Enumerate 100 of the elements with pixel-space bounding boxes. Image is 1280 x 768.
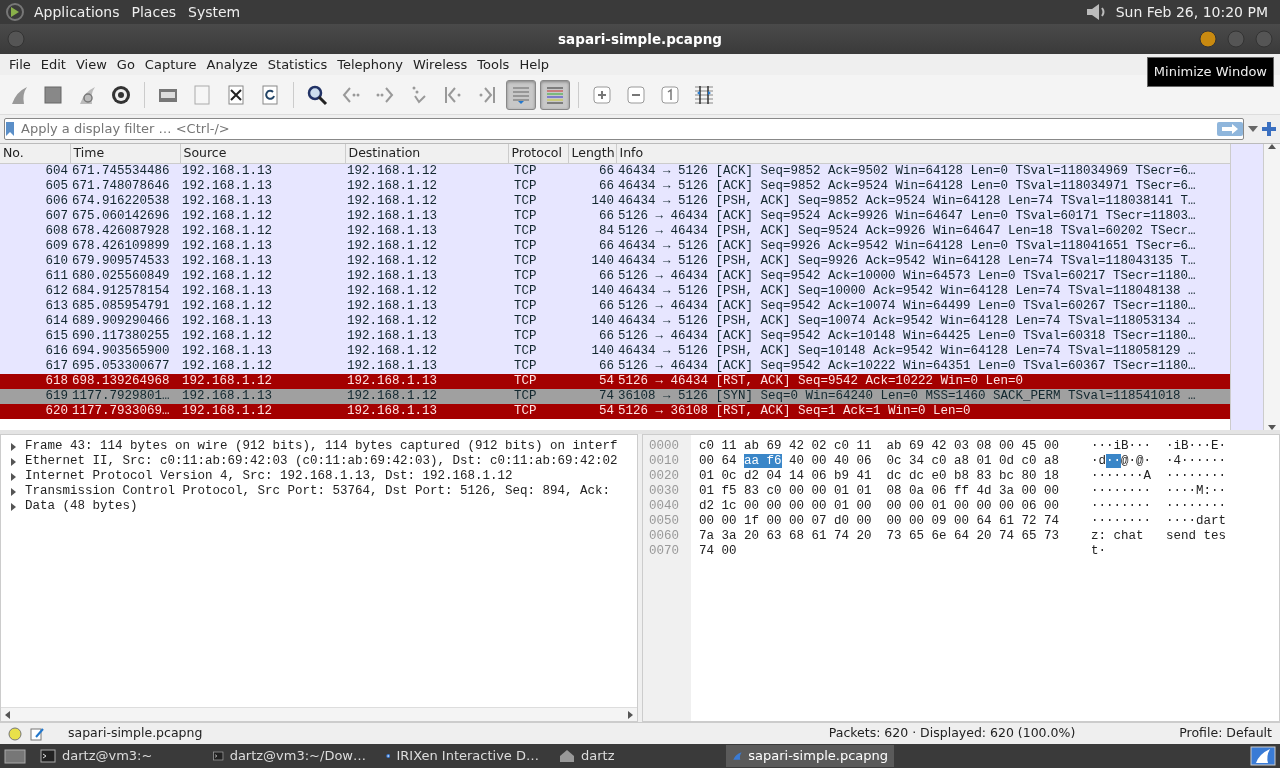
hex-bytes: 00 64 (699, 454, 738, 468)
column-header[interactable]: Time (70, 144, 180, 164)
resize-columns-icon (693, 83, 715, 106)
bookmark-icon[interactable] (5, 121, 15, 137)
taskbar-item[interactable]: IRIXen Interactive D… (380, 745, 545, 767)
taskbar-item[interactable]: sapari-simple.pcapng (726, 745, 894, 767)
menu-item[interactable]: View (70, 54, 112, 75)
table-cell: 680.025560849 (70, 268, 180, 284)
hex-bytes: 7a 3a 20 63 68 61 74 20 73 65 6e 64 20 74 65 73 (699, 529, 1060, 543)
expander-icon[interactable] (9, 487, 17, 496)
table-cell: 5126 → 46434 [ACK] Seq=9542 Ack=10148 Win=64425 Len=0 TSval=60318 TSecr=1180… (616, 328, 1230, 344)
expander-icon[interactable] (9, 442, 17, 451)
offset-label: 0060 (648, 529, 680, 544)
column-header[interactable]: No. (0, 144, 70, 164)
taskbar-item[interactable]: dartz@vm3:~/Dow… (207, 745, 372, 767)
table-cell: TCP (508, 268, 568, 284)
table-cell: 66 (568, 178, 616, 194)
autoscroll-button[interactable] (506, 79, 536, 110)
column-header[interactable]: Length (568, 144, 616, 164)
table-cell: 46434 → 5126 [ACK] Seq=9852 Ack=9502 Win=64128 Len=0 TSval=118034969 TSecr=6… (616, 163, 1230, 179)
table-cell: 192.168.1.13 (180, 343, 345, 359)
column-header[interactable]: Source (180, 144, 345, 164)
table-cell: 192.168.1.13 (180, 388, 345, 404)
ascii-text: z: chat send tes (1091, 529, 1227, 543)
hex-bytes: 74 00 (699, 544, 737, 558)
selected-bytes: ·· (1106, 454, 1122, 468)
table-cell: 66 (568, 328, 616, 344)
table-cell: 66 (568, 208, 616, 224)
menu-item[interactable]: Go (111, 54, 140, 75)
table-cell: 192.168.1.13 (180, 283, 345, 299)
table-cell: 140 (568, 253, 616, 269)
taskbar-item[interactable]: dartz (553, 745, 718, 767)
colorize-button[interactable] (540, 79, 570, 110)
ascii-text: ·d (1091, 454, 1106, 468)
scroll-left-icon[interactable] (5, 710, 10, 719)
table-cell: 66 (568, 268, 616, 284)
table-cell: 610 (0, 253, 70, 269)
menu-item[interactable]: Statistics (262, 54, 333, 75)
table-cell: 620 (0, 403, 70, 419)
table-cell: TCP (508, 238, 568, 254)
table-cell: 192.168.1.13 (180, 193, 345, 209)
table-cell: TCP (508, 358, 568, 374)
menu-item[interactable]: Analyze (201, 54, 263, 75)
offset-label: 0010 (648, 454, 680, 469)
window-title: sapari-simple.pcapng (558, 29, 722, 49)
column-header[interactable]: Destination (345, 144, 508, 164)
panel-menu[interactable]: System (188, 1, 241, 23)
table-cell: 192.168.1.12 (180, 223, 345, 239)
add-icon[interactable] (1262, 122, 1276, 136)
expander-icon[interactable] (9, 502, 17, 511)
column-header[interactable]: Protocol (508, 144, 568, 164)
table-cell: 192.168.1.13 (345, 298, 508, 314)
table-cell: 674.916220538 (70, 193, 180, 209)
dropdown-caret-icon[interactable] (1248, 126, 1258, 132)
minimize-button[interactable] (1198, 29, 1218, 49)
expander-icon[interactable] (9, 472, 17, 481)
menu-item[interactable]: Wireless (407, 54, 473, 75)
table-cell: 5126 → 46434 [ACK] Seq=9524 Ack=9926 Win=64647 Len=0 TSval=60171 TSecr=11803… (616, 208, 1230, 224)
edit-comment-icon[interactable] (30, 726, 44, 741)
table-cell: 675.060142696 (70, 208, 180, 224)
menu-item[interactable]: Capture (139, 54, 202, 75)
menu-item[interactable]: Edit (35, 54, 71, 75)
table-cell: 66 (568, 238, 616, 254)
vertical-scrollbar[interactable] (1264, 144, 1280, 430)
expander-icon[interactable] (9, 457, 17, 466)
clock: Sun Feb 26, 10:20 PM (1115, 2, 1268, 22)
menu-item[interactable]: Help (514, 54, 554, 75)
menu-item[interactable]: Tools (472, 54, 515, 75)
taskbar-item[interactable]: dartz@vm3:~ (34, 745, 199, 767)
table-cell: TCP (508, 163, 568, 179)
table-cell: TCP (508, 253, 568, 269)
table-cell: 685.085954791 (70, 298, 180, 314)
panel-menu[interactable]: Applications (34, 1, 120, 23)
table-cell: 192.168.1.13 (345, 208, 508, 224)
hex-bytes: 01 0c d2 04 14 06 b9 41 dc dc e0 b8 83 bc 80 18 (699, 469, 1060, 483)
menu-item[interactable]: File (4, 54, 36, 75)
table-cell: TCP (508, 283, 568, 299)
horizontal-scrollbar[interactable] (1, 707, 637, 721)
table-cell: 678.426109899 (70, 238, 180, 254)
ascii-text: ···iB··· ·iB···E· (1091, 439, 1227, 453)
table-cell: 192.168.1.12 (345, 193, 508, 209)
table-cell: 606 (0, 193, 70, 209)
table-cell: 192.168.1.12 (180, 403, 345, 419)
table-cell: 617 (0, 358, 70, 374)
table-cell: 5126 → 46434 [ACK] Seq=9542 Ack=10074 Win=64499 Len=0 TSval=60267 TSecr=1180… (616, 298, 1230, 314)
menu-item[interactable]: Telephony (332, 54, 408, 75)
table-cell: 611 (0, 268, 70, 284)
profile-label[interactable]: Profile: Default (1131, 724, 1272, 743)
ascii-text: ········ ········ (1091, 499, 1227, 513)
show-desktop-icon[interactable] (4, 747, 26, 765)
panel-menu[interactable]: Places (131, 1, 177, 23)
scroll-up-icon[interactable] (1268, 144, 1277, 149)
workspace-icon[interactable] (1250, 746, 1276, 766)
hex-bytes: c0 11 ab 69 42 02 c0 11 ab 69 42 03 08 00 45 00 (699, 439, 1060, 453)
column-header[interactable]: Info (616, 144, 1230, 164)
table-cell: 192.168.1.12 (345, 343, 508, 359)
table-cell: 84 (568, 223, 616, 239)
scroll-right-icon[interactable] (628, 710, 633, 719)
offset-label: 0050 (648, 514, 680, 529)
status-light-icon[interactable] (8, 726, 22, 741)
